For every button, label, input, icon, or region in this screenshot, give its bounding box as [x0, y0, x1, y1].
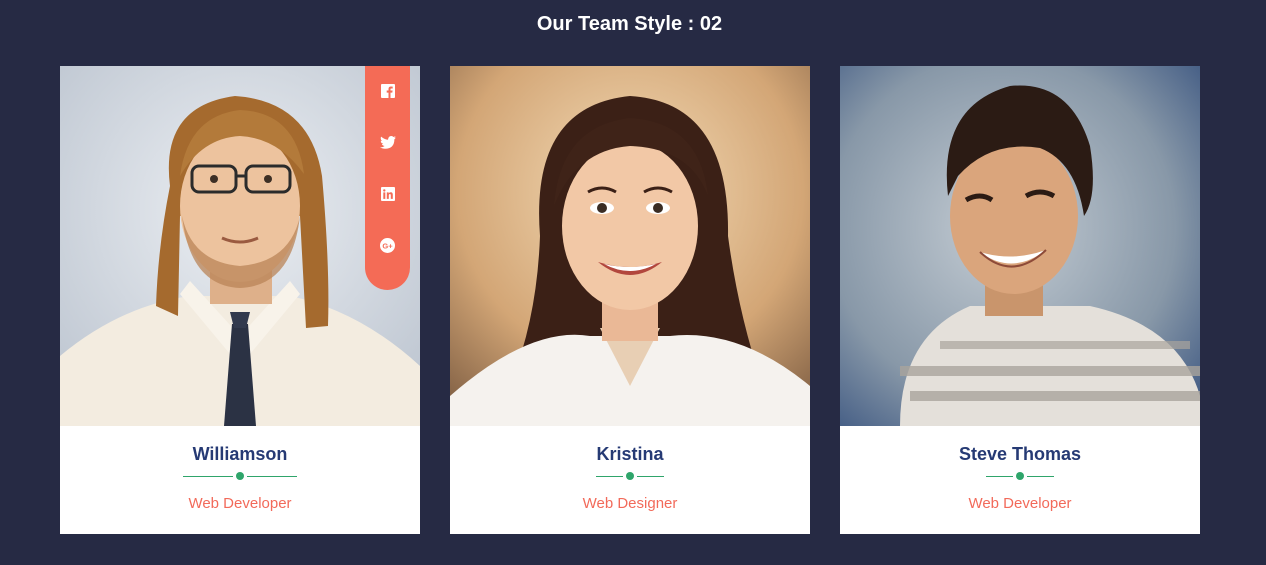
linkedin-icon[interactable] [365, 184, 410, 204]
name-divider [596, 472, 664, 480]
google-plus-icon[interactable]: G+ [365, 235, 410, 255]
member-photo [450, 66, 810, 426]
member-name: Kristina [596, 444, 664, 464]
member-info: Kristina Web Designer [450, 426, 810, 534]
member-name: Williamson [192, 444, 288, 464]
member-info: Steve Thomas Web Developer [840, 426, 1200, 534]
social-panel: G+ [365, 66, 410, 290]
name-divider [183, 472, 297, 480]
team-card-steve-thomas[interactable]: Steve Thomas Web Developer [840, 66, 1200, 534]
member-role: Web Developer [968, 495, 1072, 512]
member-role: Web Developer [188, 495, 292, 512]
name-divider [986, 472, 1054, 480]
twitter-icon[interactable] [365, 132, 410, 152]
team-card-kristina[interactable]: Kristina Web Designer [450, 66, 810, 534]
member-name: Steve Thomas [958, 444, 1082, 464]
member-photo [840, 66, 1200, 426]
svg-text:G+: G+ [382, 241, 393, 250]
team-card-williamson[interactable]: G+ Williamson Web Developer [60, 66, 420, 534]
member-info: Williamson Web Developer [60, 426, 420, 534]
facebook-icon[interactable] [365, 81, 410, 101]
page-title: Our Team Style : 02 [536, 13, 723, 35]
member-role: Web Designer [582, 495, 678, 512]
